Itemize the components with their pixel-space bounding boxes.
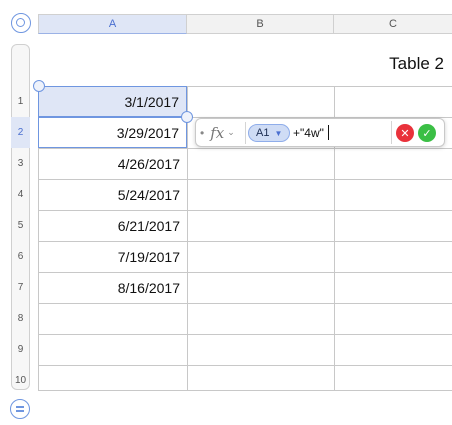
row-header-10[interactable]: 10 bbox=[11, 365, 30, 396]
function-menu-button[interactable]: • fx ⌄ bbox=[198, 121, 244, 144]
column-header-c[interactable]: C bbox=[334, 14, 452, 34]
cell-a5[interactable]: 6/21/2017 bbox=[38, 210, 187, 241]
table-select-icon[interactable] bbox=[11, 13, 31, 33]
row-header-3[interactable]: 3 bbox=[11, 148, 30, 179]
cell-a2[interactable]: 3/29/2017 bbox=[38, 117, 187, 148]
divider bbox=[245, 122, 246, 144]
row-header-5[interactable]: 5 bbox=[11, 210, 30, 241]
cell-a8[interactable] bbox=[38, 303, 187, 334]
cell-a10[interactable] bbox=[38, 365, 187, 396]
fx-icon: fx bbox=[210, 123, 225, 142]
cell-a6[interactable]: 7/19/2017 bbox=[38, 241, 187, 272]
row-header-2[interactable]: 2 bbox=[11, 117, 30, 148]
drag-dot-icon: • bbox=[200, 125, 205, 140]
row-header-9[interactable]: 9 bbox=[11, 334, 30, 365]
divider bbox=[391, 121, 392, 144]
text-cursor bbox=[328, 125, 329, 140]
selection-handle-top-left[interactable] bbox=[33, 80, 45, 92]
row-menu-icon[interactable] bbox=[10, 399, 30, 419]
cell-a7[interactable]: 8/16/2017 bbox=[38, 272, 187, 303]
chevron-down-icon: ▼ bbox=[274, 128, 283, 138]
cancel-icon[interactable]: ✕ bbox=[396, 124, 414, 142]
selection-handle-bottom-right[interactable] bbox=[181, 111, 193, 123]
row-header-6[interactable]: 6 bbox=[11, 241, 30, 272]
chevron-down-icon: ⌄ bbox=[227, 127, 235, 137]
cell-a4[interactable]: 5/24/2017 bbox=[38, 179, 187, 210]
reference-label: A1 bbox=[256, 127, 270, 139]
cell-reference-token[interactable]: A1 ▼ bbox=[248, 124, 291, 142]
table-title[interactable]: Table 2 bbox=[334, 54, 444, 74]
formula-input[interactable]: +"4w" bbox=[293, 126, 324, 140]
row-header-4[interactable]: 4 bbox=[11, 179, 30, 210]
accept-icon[interactable]: ✓ bbox=[418, 124, 436, 142]
row-header-7[interactable]: 7 bbox=[11, 272, 30, 303]
grid-line bbox=[187, 86, 188, 390]
column-header-b[interactable]: B bbox=[187, 14, 334, 34]
row-header-1[interactable]: 1 bbox=[11, 86, 30, 117]
row-header-8[interactable]: 8 bbox=[11, 303, 30, 334]
column-header-a[interactable]: A bbox=[38, 14, 187, 34]
cell-a9[interactable] bbox=[38, 334, 187, 365]
cell-a1[interactable]: 3/1/2017 bbox=[38, 86, 187, 117]
cell-a3[interactable]: 4/26/2017 bbox=[38, 148, 187, 179]
